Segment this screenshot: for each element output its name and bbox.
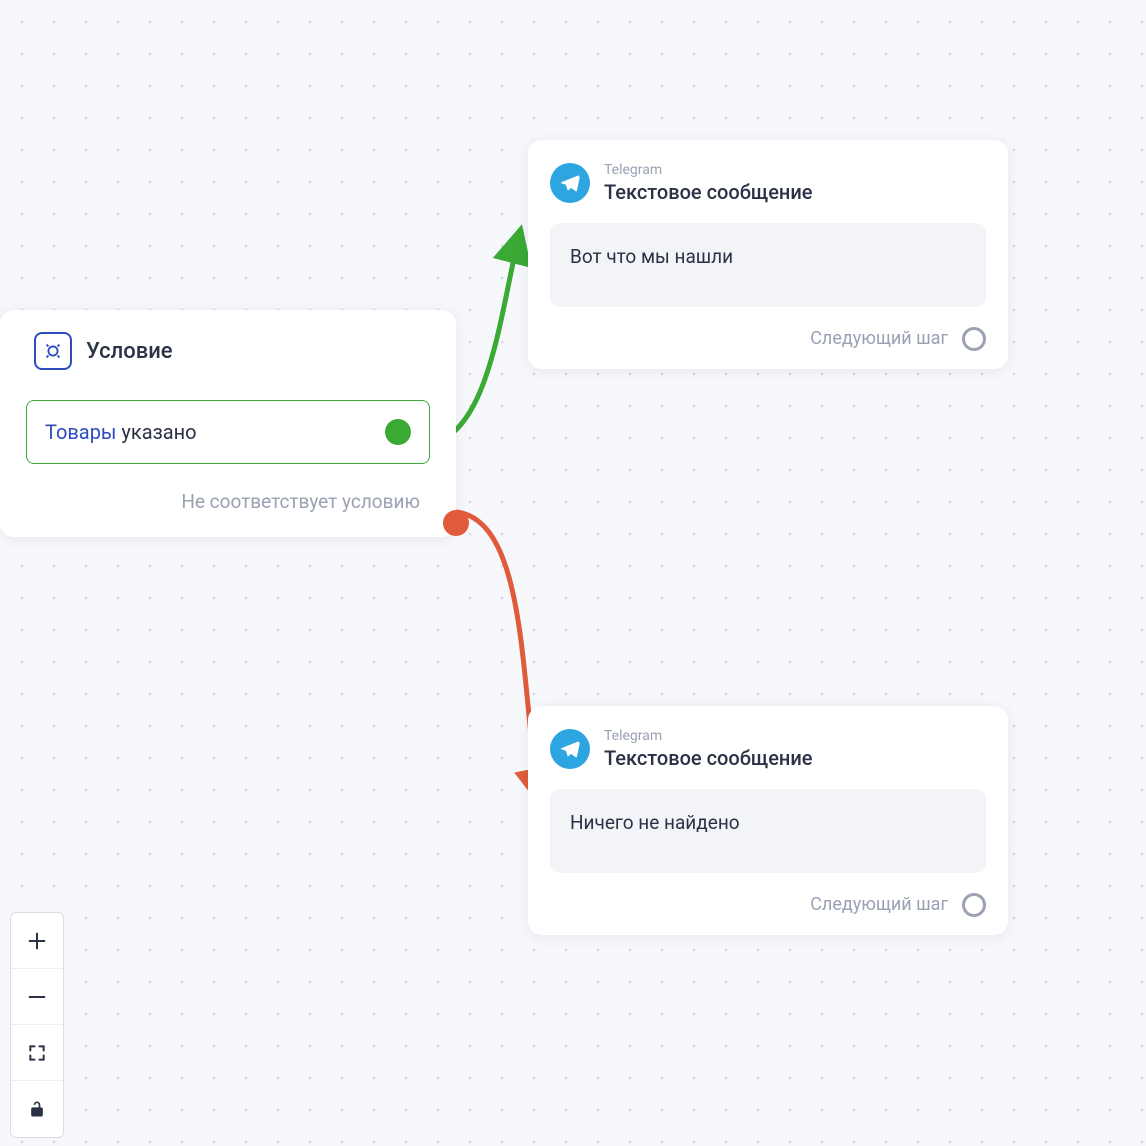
message-node-found[interactable]: Telegram Текстовое сообщение Вот что мы … [528, 140, 1008, 369]
message-node-notfound[interactable]: Telegram Текстовое сообщение Ничего не н… [528, 706, 1008, 935]
condition-icon [34, 332, 72, 370]
zoom-in-button[interactable] [11, 913, 63, 969]
expand-icon [27, 1043, 47, 1063]
channel-label: Telegram [604, 728, 812, 745]
message-type-label: Текстовое сообщение [604, 745, 812, 771]
message-header: Telegram Текстовое сообщение [550, 162, 986, 205]
minus-icon [26, 986, 48, 1008]
telegram-icon [550, 163, 590, 203]
flow-canvas[interactable]: Условие Товары указано Не соответствует … [0, 0, 1146, 1146]
false-output-port[interactable] [443, 510, 469, 536]
message-body[interactable]: Вот что мы нашли [550, 223, 986, 307]
telegram-icon [550, 729, 590, 769]
condition-variable: Товары [45, 420, 116, 444]
message-footer: Следующий шаг [550, 327, 986, 351]
zoom-out-button[interactable] [11, 969, 63, 1025]
condition-else-label: Не соответствует условию [22, 490, 434, 513]
next-step-label: Следующий шаг [810, 894, 948, 915]
condition-header: Условие [22, 332, 434, 370]
condition-branch-text: Товары указано [45, 420, 197, 444]
condition-title: Условие [86, 339, 173, 364]
condition-operator: указано [121, 420, 196, 444]
lock-toggle-button[interactable] [11, 1081, 63, 1137]
condition-node[interactable]: Условие Товары указано Не соответствует … [0, 310, 456, 537]
next-step-port[interactable] [962, 327, 986, 351]
next-step-port[interactable] [962, 893, 986, 917]
condition-branch[interactable]: Товары указано [26, 400, 430, 464]
channel-label: Telegram [604, 162, 812, 179]
fit-view-button[interactable] [11, 1025, 63, 1081]
canvas-controls [10, 912, 64, 1138]
message-type-label: Текстовое сообщение [604, 179, 812, 205]
next-step-label: Следующий шаг [810, 328, 948, 349]
message-header: Telegram Текстовое сообщение [550, 728, 986, 771]
message-body[interactable]: Ничего не найдено [550, 789, 986, 873]
plus-icon [26, 930, 48, 952]
unlock-icon [27, 1098, 47, 1120]
true-output-port[interactable] [385, 419, 411, 445]
message-footer: Следующий шаг [550, 893, 986, 917]
